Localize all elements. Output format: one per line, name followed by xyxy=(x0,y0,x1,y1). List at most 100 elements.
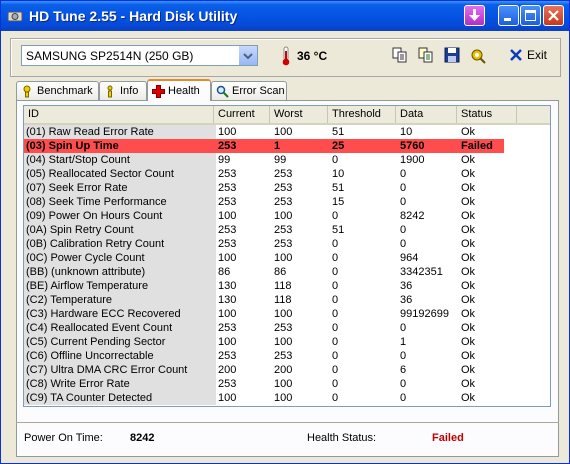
cell-status: Ok xyxy=(461,392,476,404)
tab-benchmark[interactable]: Benchmark xyxy=(16,81,99,100)
cell-id: (C4) Reallocated Event Count xyxy=(24,321,216,335)
close-button[interactable] xyxy=(543,5,564,26)
cell-worst: 99 xyxy=(274,154,287,166)
exit-button[interactable]: Exit xyxy=(508,46,550,64)
table-row[interactable]: (03) Spin Up Time 253 1 25 5760 Failed xyxy=(24,139,504,153)
cell-worst: 200 xyxy=(274,364,293,376)
tab-error-scan[interactable]: Error Scan xyxy=(211,81,287,100)
cell-worst: 253 xyxy=(274,168,293,180)
table-row[interactable]: (0C) Power Cycle Count 100 100 0 964 Ok xyxy=(24,251,504,265)
dropdown-arrow-icon[interactable] xyxy=(238,46,257,65)
cell-id: (05) Reallocated Sector Count xyxy=(24,167,216,181)
minimize-to-tray-icon xyxy=(469,9,480,21)
cell-id: (07) Seek Error Rate xyxy=(24,181,216,195)
table-row[interactable]: (C2) Temperature 130 118 0 36 Ok xyxy=(24,293,504,307)
cell-id: (C8) Write Error Rate xyxy=(24,377,216,391)
error-scan-icon xyxy=(216,85,229,98)
cell-data: 0 xyxy=(400,378,407,390)
column-header-status[interactable]: Status xyxy=(457,106,517,123)
cell-current: 253 xyxy=(218,196,237,208)
minimize-icon xyxy=(504,18,511,21)
column-header-worst[interactable]: Worst xyxy=(270,106,328,123)
cell-worst: 100 xyxy=(274,252,293,264)
cell-id: (C6) Offline Uncorrectable xyxy=(24,349,216,363)
options-icon[interactable] xyxy=(469,46,487,64)
column-header-id[interactable]: ID xyxy=(24,106,214,123)
save-icon[interactable] xyxy=(443,46,461,64)
cell-current: 253 xyxy=(218,224,237,236)
table-row[interactable]: (C8) Write Error Rate 253 100 0 0 Ok xyxy=(24,377,504,391)
cell-threshold: 0 xyxy=(332,266,339,278)
cell-worst: 1 xyxy=(274,140,281,152)
cell-current: 130 xyxy=(218,294,237,306)
table-row[interactable]: (C9) TA Counter Detected 100 100 0 0 Ok xyxy=(24,391,504,405)
cell-threshold: 10 xyxy=(332,168,345,180)
copy-icon[interactable] xyxy=(391,46,409,64)
table-row[interactable]: (07) Seek Error Rate 253 253 51 0 Ok xyxy=(24,181,504,195)
health-status-value: Failed xyxy=(432,432,464,444)
table-row[interactable]: (01) Raw Read Error Rate 100 100 51 10 Ok xyxy=(24,125,504,139)
cell-current: 253 xyxy=(218,238,237,250)
drive-select-value: SAMSUNG SP2514N (250 GB) xyxy=(26,49,194,63)
benchmark-icon xyxy=(23,85,31,98)
cell-worst: 253 xyxy=(274,182,293,194)
close-icon xyxy=(548,10,559,21)
cell-data: 8242 xyxy=(400,210,425,222)
cell-threshold: 0 xyxy=(332,336,339,348)
cell-status: Ok xyxy=(461,294,476,306)
table-row[interactable]: (C7) Ultra DMA CRC Error Count 200 200 0 6 Ok xyxy=(24,363,504,377)
cell-threshold: 51 xyxy=(332,224,345,236)
cell-id: (0A) Spin Retry Count xyxy=(24,223,216,237)
cell-threshold: 0 xyxy=(332,294,339,306)
cell-data: 0 xyxy=(400,224,407,236)
cell-data: 0 xyxy=(400,350,407,362)
cell-data: 10 xyxy=(400,126,413,138)
column-header-data[interactable]: Data xyxy=(396,106,457,123)
minimize-to-tray-button[interactable] xyxy=(464,5,485,26)
drive-select[interactable]: SAMSUNG SP2514N (250 GB) xyxy=(21,45,258,66)
cell-status: Ok xyxy=(461,266,476,278)
cell-id: (C3) Hardware ECC Recovered xyxy=(24,307,216,321)
table-row[interactable]: (BE) Airflow Temperature 130 118 0 36 Ok xyxy=(24,279,504,293)
tab-health-label: Health xyxy=(168,85,200,97)
cell-worst: 100 xyxy=(274,336,293,348)
cell-data: 99192699 xyxy=(400,308,449,320)
cell-id: (0C) Power Cycle Count xyxy=(24,251,216,265)
cell-worst: 118 xyxy=(274,280,292,292)
maximize-button[interactable] xyxy=(520,5,541,26)
tab-info[interactable]: Info xyxy=(99,81,147,100)
cell-threshold: 0 xyxy=(332,252,339,264)
minimize-button[interactable] xyxy=(498,5,519,26)
table-row[interactable]: (09) Power On Hours Count 100 100 0 8242 Ok xyxy=(24,209,504,223)
table-row[interactable]: (C5) Current Pending Sector 100 100 0 1 Ok xyxy=(24,335,504,349)
app-window: HD Tune 2.55 - Hard Disk Utility SAMSUNG… xyxy=(0,0,570,464)
table-row[interactable]: (0B) Calibration Retry Count 253 253 0 0 Ok xyxy=(24,237,504,251)
cell-id: (C2) Temperature xyxy=(24,293,216,307)
cell-data: 0 xyxy=(400,168,407,180)
cell-data: 0 xyxy=(400,322,407,334)
window-title: HD Tune 2.55 - Hard Disk Utility xyxy=(29,8,238,24)
cell-worst: 253 xyxy=(274,322,293,334)
table-row[interactable]: (04) Start/Stop Count 99 99 0 1900 Ok xyxy=(24,153,504,167)
cell-data: 0 xyxy=(400,196,407,208)
table-row[interactable]: (08) Seek Time Performance 253 253 15 0 Ok xyxy=(24,195,504,209)
cell-worst: 118 xyxy=(274,294,292,306)
tab-health[interactable]: Health xyxy=(147,79,211,101)
table-row[interactable]: (0A) Spin Retry Count 253 253 51 0 Ok xyxy=(24,223,504,237)
table-row[interactable]: (05) Reallocated Sector Count 253 253 10 0 Ok xyxy=(24,167,504,181)
table-row[interactable]: (BB) (unknown attribute) 86 86 0 3342351 Ok xyxy=(24,265,504,279)
table-row[interactable]: (C6) Offline Uncorrectable 253 253 0 0 Ok xyxy=(24,349,504,363)
table-row[interactable]: (C3) Hardware ECC Recovered 100 100 0 991926… xyxy=(24,307,504,321)
column-header-current[interactable]: Current xyxy=(214,106,270,123)
cell-current: 86 xyxy=(218,266,231,278)
cell-current: 253 xyxy=(218,182,237,194)
smart-attributes-grid[interactable]: ID Current Worst Threshold Data Status (… xyxy=(23,105,551,407)
cell-worst: 100 xyxy=(274,392,293,404)
column-header-threshold[interactable]: Threshold xyxy=(328,106,396,123)
title-bar[interactable]: HD Tune 2.55 - Hard Disk Utility xyxy=(1,1,569,31)
cell-id: (C7) Ultra DMA CRC Error Count xyxy=(24,363,216,377)
table-row[interactable]: (C4) Reallocated Event Count 253 253 0 0 Ok xyxy=(24,321,504,335)
cell-threshold: 0 xyxy=(332,364,339,376)
copy-all-icon[interactable] xyxy=(417,46,435,64)
power-on-label: Power On Time: xyxy=(24,432,103,444)
